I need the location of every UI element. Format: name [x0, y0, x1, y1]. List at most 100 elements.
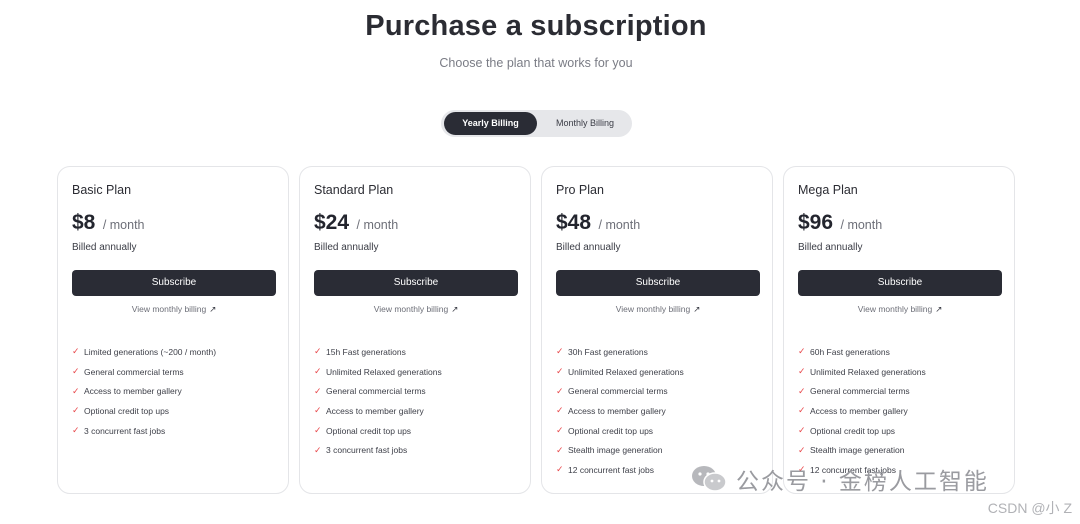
arrow-up-right-icon: ↗ [209, 304, 217, 314]
plan-name: Mega Plan [798, 183, 858, 197]
subscribe-button[interactable]: Subscribe [72, 270, 276, 296]
check-icon: ✓ [72, 366, 80, 377]
feature-item: ✓ Optional credit top ups [556, 421, 684, 441]
billed-note: Billed annually [72, 242, 137, 253]
feature-text: Access to member gallery [810, 405, 908, 416]
watermark: 公众号 · 金榜人工智能 [690, 462, 989, 496]
feature-text: Unlimited Relaxed generations [326, 366, 442, 377]
feature-item: ✓ Unlimited Relaxed generations [798, 362, 926, 382]
feature-item: ✓ Optional credit top ups [314, 421, 442, 441]
monthly-link-label: View monthly billing [615, 304, 691, 314]
monthly-link-label: View monthly billing [857, 304, 933, 314]
feature-text: General commercial terms [810, 386, 910, 397]
feature-item: ✓ General commercial terms [72, 362, 216, 382]
feature-item: ✓ Optional credit top ups [798, 421, 926, 441]
billed-note: Billed annually [798, 242, 863, 253]
feature-text: 3 concurrent fast jobs [326, 445, 408, 456]
arrow-up-right-icon: ↗ [451, 304, 459, 314]
feature-text: General commercial terms [84, 366, 184, 377]
subscribe-button[interactable]: Subscribe [556, 270, 760, 296]
price-row: $24 / month [314, 211, 398, 235]
check-icon: ✓ [798, 346, 806, 357]
monthly-billing-button[interactable]: Monthly Billing [540, 112, 630, 135]
subscribe-button[interactable]: Subscribe [314, 270, 518, 296]
plan-period: / month [102, 218, 145, 232]
feature-text: Stealth image generation [568, 445, 663, 456]
plan-name: Standard Plan [314, 183, 394, 197]
plan-name: Basic Plan [72, 183, 132, 197]
check-icon: ✓ [314, 405, 322, 416]
feature-text: 15h Fast generations [326, 346, 406, 357]
feature-text: Access to member gallery [326, 405, 424, 416]
billed-note: Billed annually [556, 242, 621, 253]
price-row: $96 / month [798, 211, 882, 235]
feature-text: Unlimited Relaxed generations [568, 366, 684, 377]
feature-item: ✓ Unlimited Relaxed generations [556, 362, 684, 382]
feature-list: ✓ Limited generations (~200 / month) ✓ G… [72, 342, 216, 440]
feature-text: Limited generations (~200 / month) [84, 346, 217, 357]
view-monthly-billing-link[interactable]: View monthly billing ↗ [58, 304, 290, 315]
feature-text: 3 concurrent fast jobs [84, 425, 166, 436]
check-icon: ✓ [798, 366, 806, 377]
check-icon: ✓ [72, 405, 80, 416]
feature-item: ✓ Stealth image generation [556, 440, 684, 460]
feature-item: ✓ Access to member gallery [798, 401, 926, 421]
plan-period: / month [356, 218, 399, 232]
feature-text: 30h Fast generations [568, 346, 648, 357]
feature-item: ✓ General commercial terms [314, 381, 442, 401]
check-icon: ✓ [314, 425, 322, 436]
feature-item: ✓ 15h Fast generations [314, 342, 442, 362]
wechat-icon [690, 463, 730, 495]
check-icon: ✓ [72, 425, 80, 436]
check-icon: ✓ [798, 425, 806, 436]
check-icon: ✓ [556, 464, 564, 475]
billed-note: Billed annually [314, 242, 379, 253]
csdn-watermark: CSDN @小 Z [987, 500, 1072, 516]
check-icon: ✓ [556, 444, 564, 455]
check-icon: ✓ [314, 366, 322, 377]
yearly-billing-button[interactable]: Yearly Billing [444, 112, 537, 135]
view-monthly-billing-link[interactable]: View monthly billing ↗ [542, 304, 774, 315]
check-icon: ✓ [556, 346, 564, 357]
check-icon: ✓ [556, 425, 564, 436]
subscribe-button[interactable]: Subscribe [798, 270, 1002, 296]
feature-text: Access to member gallery [568, 405, 666, 416]
feature-item: ✓ Stealth image generation [798, 440, 926, 460]
check-icon: ✓ [556, 405, 564, 416]
arrow-up-right-icon: ↗ [935, 304, 943, 314]
watermark-text: 公众号 · 金榜人工智能 [736, 469, 989, 495]
view-monthly-billing-link[interactable]: View monthly billing ↗ [784, 304, 1016, 315]
check-icon: ✓ [314, 346, 322, 357]
plan-price: $24 [314, 211, 350, 234]
feature-text: General commercial terms [326, 386, 426, 397]
plan-price: $96 [798, 211, 834, 234]
feature-text: 12 concurrent fast jobs [568, 464, 654, 475]
feature-item: ✓ Unlimited Relaxed generations [314, 362, 442, 382]
feature-item: ✓ 3 concurrent fast jobs [72, 421, 216, 441]
feature-text: Access to member gallery [84, 386, 182, 397]
check-icon: ✓ [556, 385, 564, 396]
plan-period: / month [840, 218, 883, 232]
feature-item: ✓ Optional credit top ups [72, 401, 216, 421]
feature-item: ✓ Access to member gallery [556, 401, 684, 421]
feature-item: ✓ 12 concurrent fast jobs [556, 460, 684, 480]
feature-text: Optional credit top ups [326, 425, 412, 436]
check-icon: ✓ [72, 346, 80, 357]
feature-list: ✓ 30h Fast generations ✓ Unlimited Relax… [556, 342, 684, 480]
view-monthly-billing-link[interactable]: View monthly billing ↗ [300, 304, 532, 315]
check-icon: ✓ [556, 366, 564, 377]
plan-card: Standard Plan $24 / month Billed annuall… [299, 166, 531, 494]
plan-name: Pro Plan [556, 183, 604, 197]
feature-item: ✓ Access to member gallery [72, 381, 216, 401]
monthly-link-label: View monthly billing [131, 304, 207, 314]
feature-text: Optional credit top ups [84, 405, 170, 416]
check-icon: ✓ [314, 385, 322, 396]
price-row: $8 / month [72, 211, 145, 235]
check-icon: ✓ [798, 444, 806, 455]
check-icon: ✓ [798, 405, 806, 416]
feature-item: ✓ 30h Fast generations [556, 342, 684, 362]
price-row: $48 / month [556, 211, 640, 235]
feature-item: ✓ 3 concurrent fast jobs [314, 440, 442, 460]
feature-item: ✓ Limited generations (~200 / month) [72, 342, 216, 362]
check-icon: ✓ [72, 385, 80, 396]
